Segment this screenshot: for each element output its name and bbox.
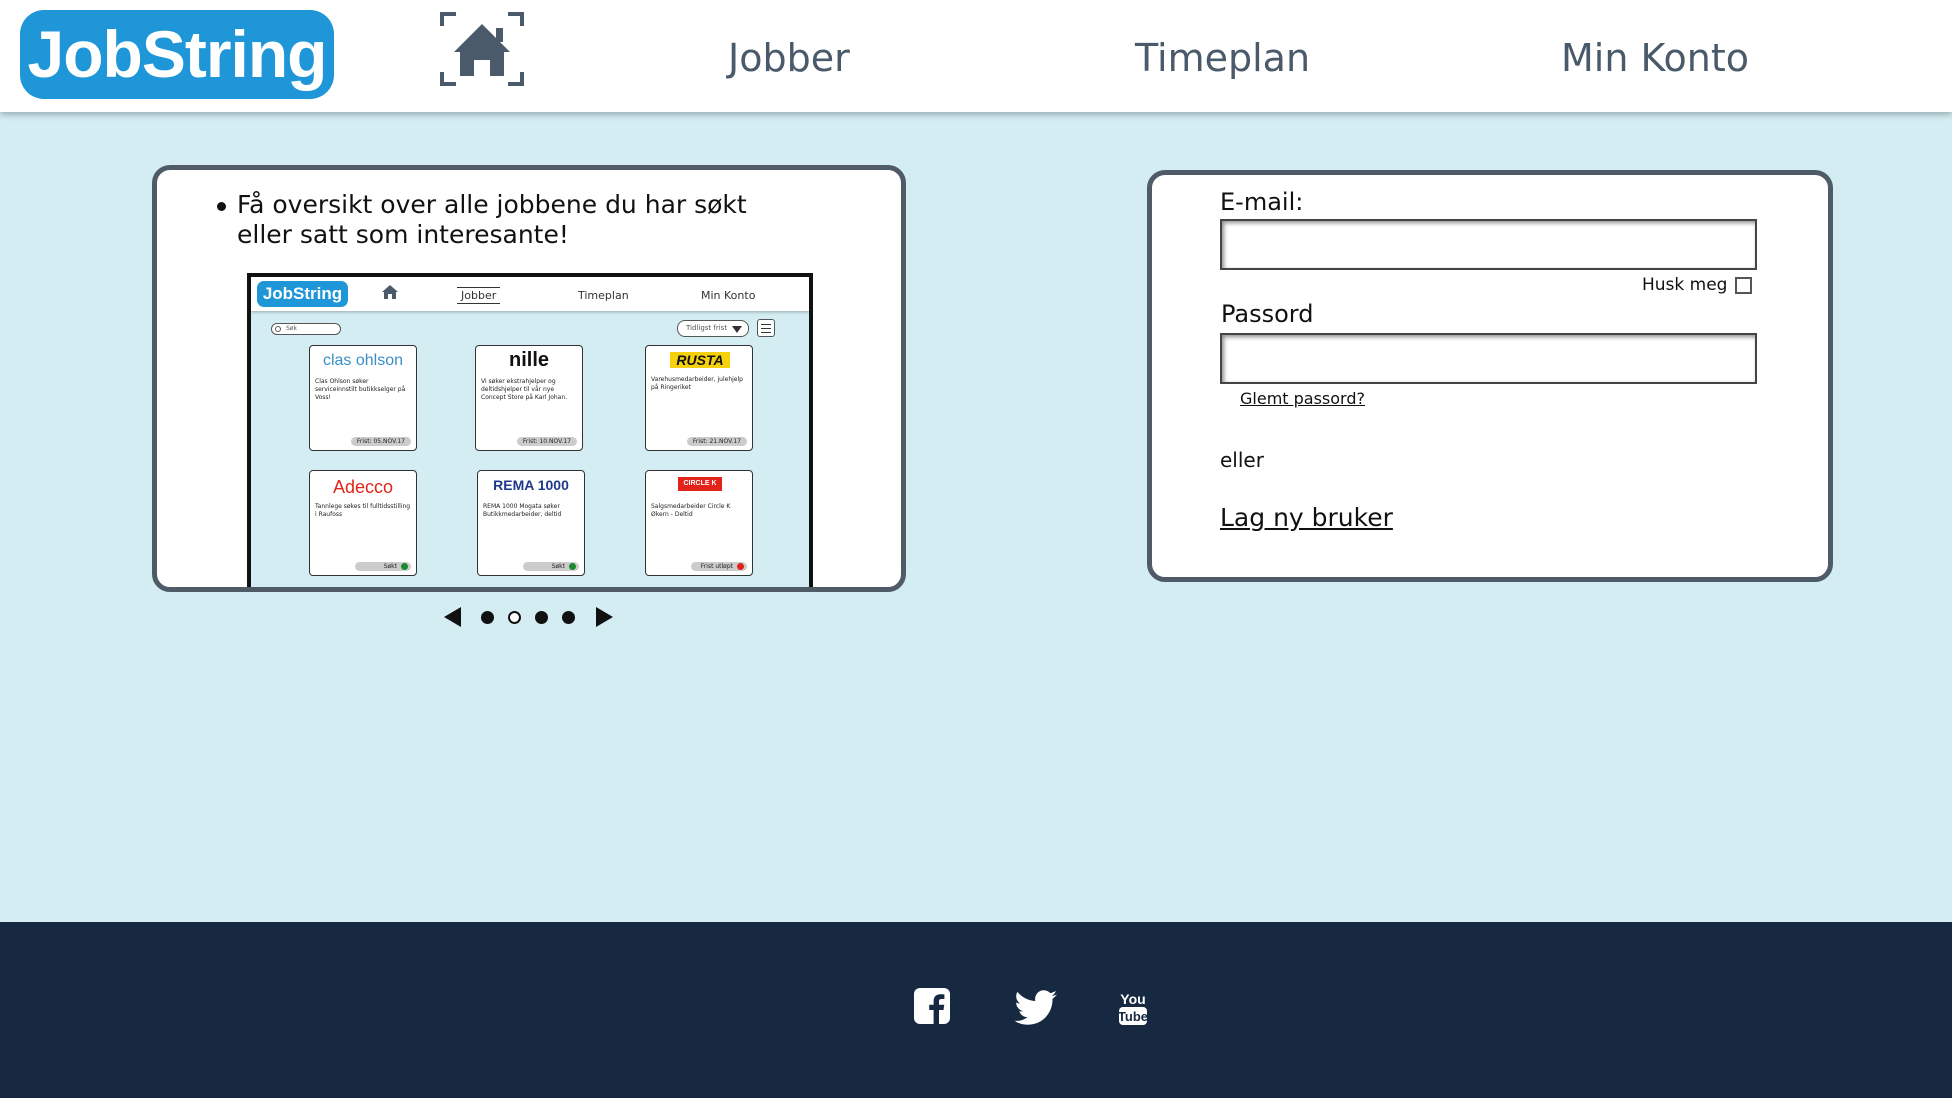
preview-job-card: RUSTA Varehusmedarbeider, julehjelp på R…	[645, 345, 753, 451]
slide-dot-3[interactable]	[535, 611, 548, 624]
preview-job-card: Adecco Tannlege søkes til fulltidsstilli…	[309, 470, 417, 576]
preview-nav-min-konto: Min Konto	[701, 289, 756, 302]
card-brand: REMA 1000	[493, 477, 569, 493]
card-status-text: Søkt	[551, 563, 565, 570]
card-brand: Adecco	[332, 477, 394, 497]
nav-timeplan[interactable]: Timeplan	[1135, 36, 1310, 80]
email-label: E-mail:	[1220, 188, 1304, 216]
card-status-text: Frist utløpt	[700, 563, 733, 570]
preview-header: JobString Jobber Timeplan Min Konto	[251, 277, 809, 311]
slide-dot-1[interactable]	[481, 611, 494, 624]
preview-home-icon	[382, 285, 398, 299]
card-text: REMA 1000 Mogata søker Butikkmedarbeider…	[483, 503, 562, 518]
nav-min-konto[interactable]: Min Konto	[1561, 36, 1749, 80]
forgot-password-link[interactable]: Glemt passord?	[1240, 389, 1365, 408]
card-brand: CIRCLE K	[678, 477, 722, 491]
preview-filter-icon	[732, 326, 742, 333]
preview-nav-timeplan: Timeplan	[578, 289, 629, 302]
card-status: Søkt	[355, 562, 411, 571]
preview-screenshot: JobString Jobber Timeplan Min Konto Søk …	[247, 273, 813, 587]
feature-text: Få oversikt over alle jobbene du har søk…	[237, 190, 747, 249]
email-field[interactable]	[1220, 219, 1757, 270]
preview-search-icon	[275, 326, 281, 332]
next-arrow-icon[interactable]	[596, 607, 613, 627]
card-status: Frist: 10.NOV.17	[516, 437, 577, 446]
youtube-icon[interactable]: You Tube	[1118, 990, 1148, 1026]
card-brand: clas ohlson	[322, 352, 404, 369]
remember-checkbox[interactable]	[1735, 277, 1752, 294]
card-status-text: Frist: 10.NOV.17	[522, 438, 571, 445]
facebook-icon[interactable]	[914, 988, 950, 1024]
preview-search-placeholder: Søk	[286, 325, 297, 332]
card-status-text: Frist: 05.NOV.17	[356, 438, 405, 445]
card-text: Clas Ohlson søker serviceinnstilt butikk…	[315, 378, 406, 401]
card-status: Frist: 21.NOV.17	[686, 437, 747, 446]
card-status-text: Søkt	[383, 563, 397, 570]
card-status: Frist: 05.NOV.17	[350, 437, 411, 446]
card-text: Vi søker ekstrahjelper og deltidshjelper…	[481, 378, 568, 401]
nav-jobber[interactable]: Jobber	[728, 36, 850, 80]
preview-list-icon	[757, 319, 775, 337]
svg-text:Tube: Tube	[1118, 1009, 1148, 1024]
create-account-link[interactable]: Lag ny bruker	[1220, 503, 1393, 532]
home-icon[interactable]	[440, 12, 524, 86]
card-status-text: Frist: 21.NOV.17	[692, 438, 741, 445]
preview-nav-jobber: Jobber	[457, 287, 501, 304]
slide-dot-2-active[interactable]	[508, 611, 521, 624]
remember-label: Husk meg	[1642, 275, 1728, 295]
preview-job-card: nille Vi søker ekstrahjelper og deltidsh…	[475, 345, 583, 451]
preview-job-card: clas ohlson Clas Ohlson søker serviceinn…	[309, 345, 417, 451]
carousel-navigation	[444, 605, 614, 629]
logo[interactable]: JobString	[20, 10, 334, 99]
footer	[0, 922, 1952, 1098]
feature-carousel: Få oversikt over alle jobbene du har søk…	[152, 165, 906, 592]
status-dot	[569, 563, 576, 570]
slide-dot-4[interactable]	[562, 611, 575, 624]
card-text: Varehusmedarbeider, julehjelp på Ringeri…	[651, 376, 743, 391]
card-text: Tannlege søkes til fulltidsstilling i Ra…	[315, 503, 411, 518]
header: JobString Jobber Timeplan Min Konto	[0, 0, 1952, 112]
preview-search: Søk	[271, 323, 341, 335]
card-text: Salgsmedarbeider Circle K Økern - Deltid	[651, 503, 731, 518]
svg-text:You: You	[1120, 991, 1145, 1007]
password-label: Passord	[1221, 300, 1314, 328]
card-brand: nille	[508, 349, 549, 371]
card-brand: RUSTA	[670, 352, 730, 368]
preview-job-card: REMA 1000 REMA 1000 Mogata søker Butikkm…	[477, 470, 585, 576]
status-dot	[737, 563, 744, 570]
bullet-dot	[217, 202, 226, 211]
status-dot	[401, 563, 408, 570]
card-status: Søkt	[523, 562, 579, 571]
card-status: Frist utløpt	[691, 562, 747, 571]
previous-arrow-icon[interactable]	[444, 607, 461, 627]
login-form: E-mail: Husk meg Passord Glemt passord? …	[1147, 170, 1833, 582]
twitter-icon[interactable]	[1014, 990, 1058, 1026]
preview-logo: JobString	[257, 281, 348, 307]
or-text: eller	[1220, 448, 1264, 472]
preview-job-card: CIRCLE K Salgsmedarbeider Circle K Økern…	[645, 470, 753, 576]
password-field[interactable]	[1220, 333, 1757, 384]
preview-sort-label: Tidligst frist	[686, 324, 728, 332]
feature-bullet: Få oversikt over alle jobbene du har søk…	[217, 190, 797, 250]
preview-sort: Tidligst frist	[677, 320, 749, 337]
